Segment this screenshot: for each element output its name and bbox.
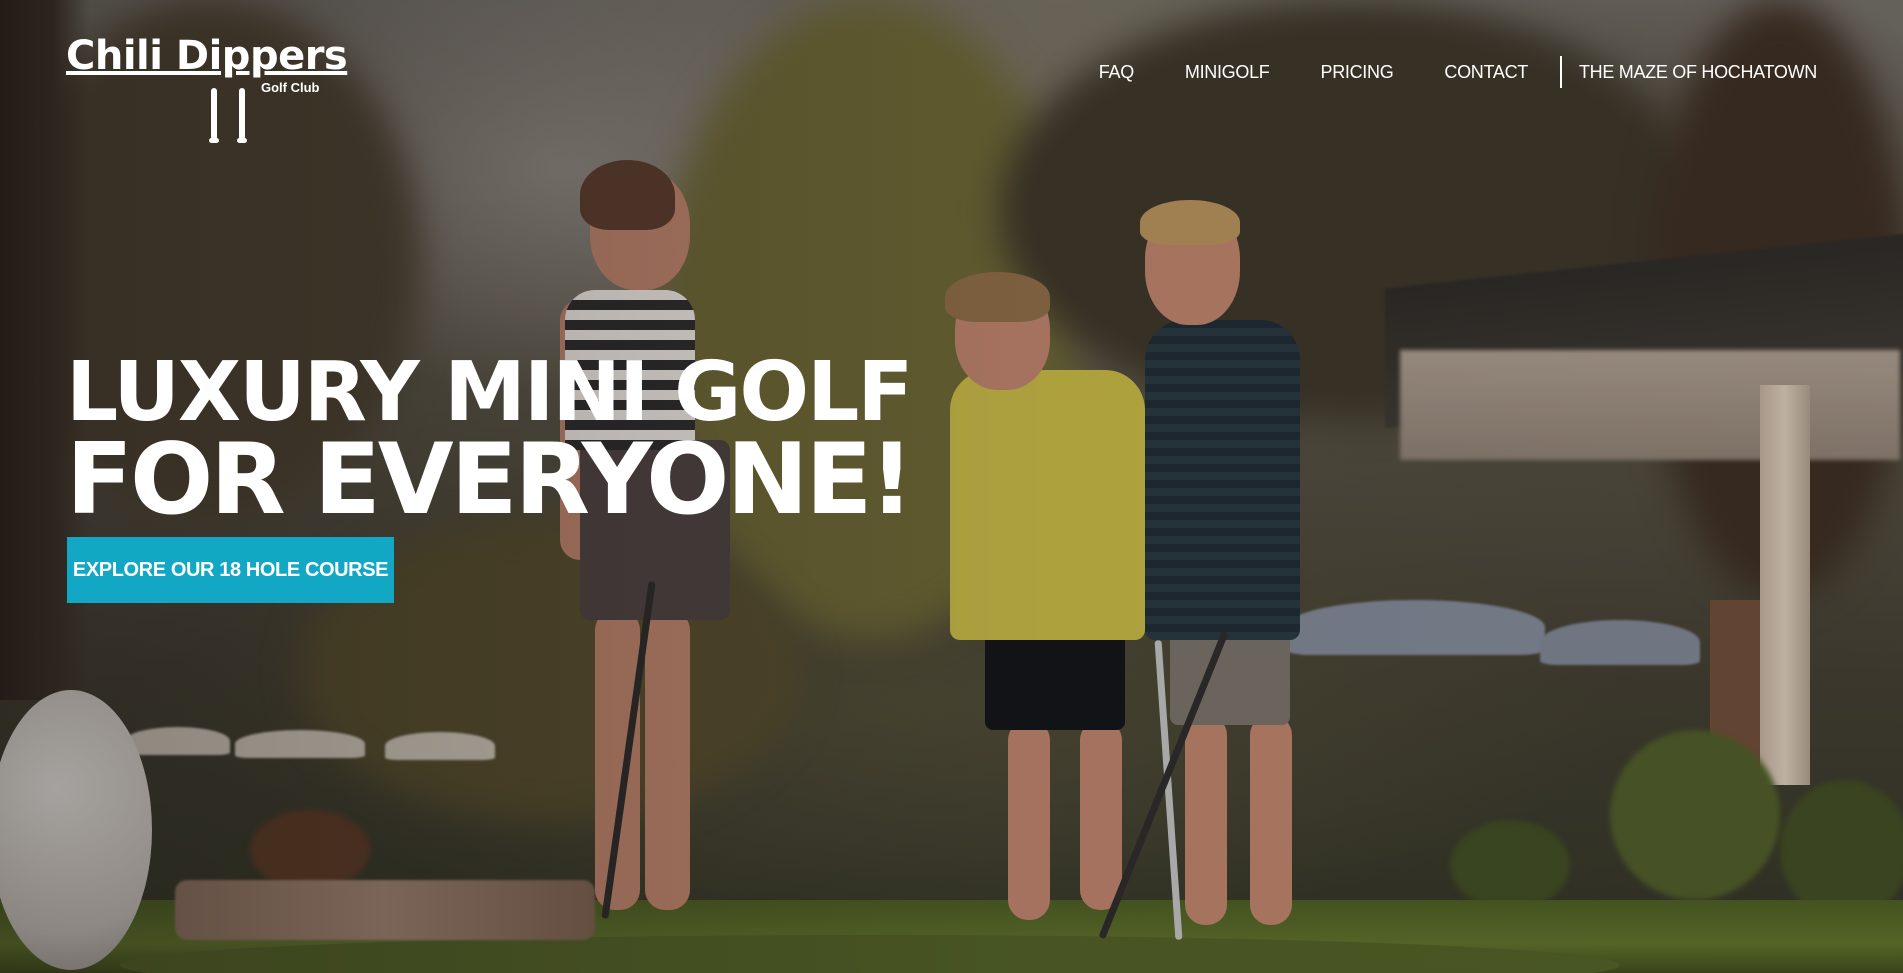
site-logo[interactable]: Chili Dippers Golf Club — [66, 33, 348, 143]
explore-course-button[interactable]: EXPLORE OUR 18 HOLE COURSE — [67, 537, 394, 603]
hero-section: Chili Dippers Golf Club FAQ MINIGOLF PRI… — [0, 0, 1903, 973]
nav-item-minigolf[interactable]: MINIGOLF — [1185, 62, 1270, 83]
nav-item-maze-of-hochatown[interactable]: THE MAZE OF HOCHATOWN — [1579, 62, 1817, 83]
logo-subtext: Golf Club — [261, 80, 320, 95]
nav-item-faq[interactable]: FAQ — [1099, 62, 1134, 83]
main-nav: FAQ MINIGOLF PRICING CONTACT THE MAZE OF… — [1099, 56, 1817, 88]
hero-headline-line1: LUXURY MINI GOLF — [66, 345, 913, 440]
logo-text: Chili Dippers — [66, 33, 348, 79]
nav-item-pricing[interactable]: PRICING — [1321, 62, 1394, 83]
hero-headline-line2: FOR EVERYONE! — [66, 423, 914, 537]
nav-divider — [1559, 56, 1562, 88]
nav-item-contact[interactable]: CONTACT — [1444, 62, 1528, 83]
hero-headline: LUXURY MINI GOLF FOR EVERYONE! — [66, 345, 914, 537]
